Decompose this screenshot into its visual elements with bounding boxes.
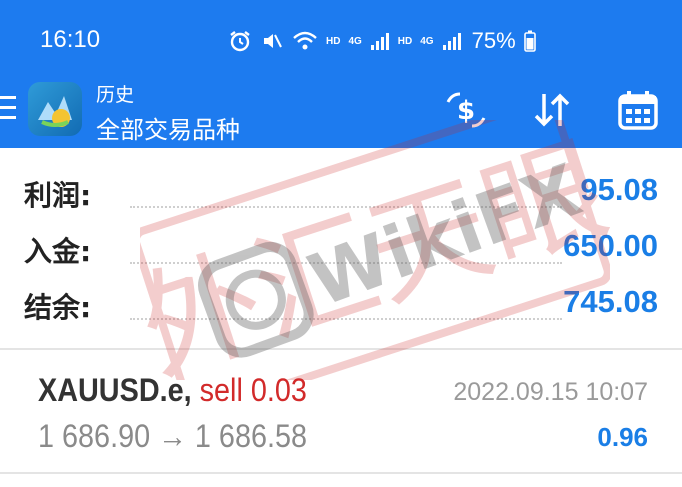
network-badge-2: 4G	[420, 35, 434, 47]
page-title[interactable]: 全部交易品种	[96, 110, 240, 145]
network-badge-1: 4G	[348, 35, 362, 47]
summary-row-balance: 结余: 745.08	[0, 278, 682, 328]
status-time: 16:10	[40, 26, 101, 53]
status-icons: HD 4G HD 4G 75%	[228, 26, 536, 56]
summary-label: 结余:	[24, 291, 92, 324]
page-subtitle: 历史	[96, 84, 135, 106]
battery-level: 75%	[471, 28, 516, 53]
deal-symbol: XAUUSD.e,	[38, 372, 192, 408]
app-bar: 历史 全部交易品种 $	[0, 70, 682, 148]
app-logo	[28, 82, 82, 136]
deal-time: 2022.09.15 10:07	[453, 378, 648, 406]
deal-title: XAUUSD.e, sell 0.03	[38, 372, 307, 409]
hd-badge-2: HD	[397, 35, 413, 47]
hd-badge-1: HD	[326, 35, 341, 47]
dotted-leader	[130, 206, 562, 208]
sort-icon[interactable]	[530, 88, 574, 132]
wifi-icon	[293, 31, 317, 50]
summary-label: 利润:	[24, 179, 92, 212]
calendar-icon[interactable]	[616, 88, 660, 132]
signal-icon-2	[442, 33, 461, 50]
menu-icon[interactable]	[0, 96, 16, 122]
dotted-leader	[130, 318, 562, 320]
summary-value: 745.08	[563, 284, 658, 319]
battery-charging-icon	[523, 30, 536, 52]
summary-value: 95.08	[580, 172, 658, 207]
divider	[0, 348, 682, 350]
deal-trade: sell 0.03	[199, 372, 307, 408]
deal-prices: 1 686.90 → 1 686.58	[38, 418, 308, 454]
alarm-icon	[230, 31, 250, 52]
summary-label: 入金:	[24, 235, 92, 268]
deal-profit: 0.96	[597, 422, 648, 452]
svg-text:$: $	[457, 96, 475, 126]
deal-row[interactable]: XAUUSD.e, sell 0.03 2022.09.15 10:07 1 6…	[0, 360, 682, 472]
divider	[0, 472, 682, 474]
summary-value: 650.00	[563, 228, 658, 263]
status-bar: 16:10 HD 4G HD 4G 75%	[0, 0, 682, 70]
header: 16:10 HD 4G HD 4G 75% 历史 全部交易品种 $	[0, 0, 682, 148]
summary-row-deposit: 入金: 650.00	[0, 222, 682, 272]
signal-icon-1	[370, 33, 389, 50]
summary-row-profit: 利润: 95.08	[0, 166, 682, 216]
currency-exchange-icon[interactable]: $	[444, 88, 488, 132]
dotted-leader	[130, 262, 562, 264]
mute-icon	[264, 34, 282, 48]
